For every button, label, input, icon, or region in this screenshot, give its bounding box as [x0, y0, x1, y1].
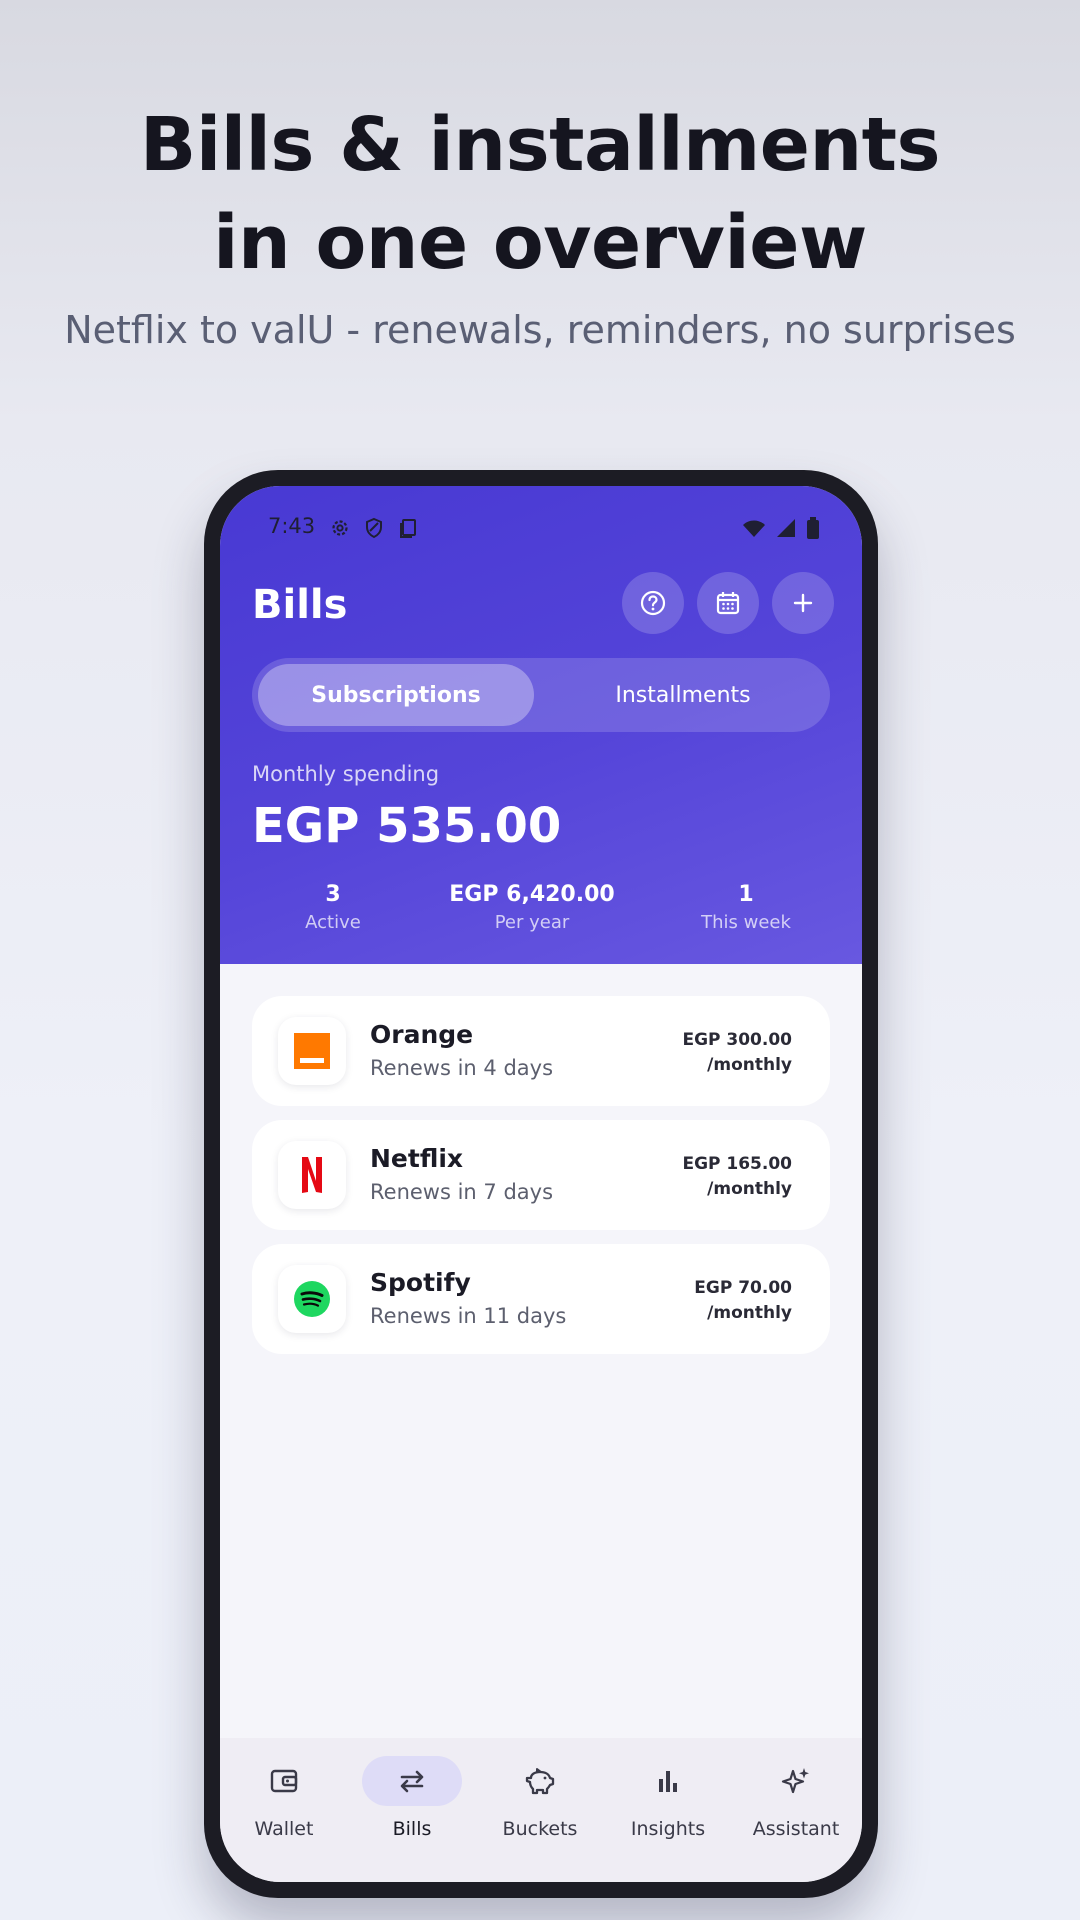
subscription-name: Spotify: [370, 1268, 471, 1297]
monthly-spending-amount: EGP 535.00: [252, 798, 562, 854]
add-bill-button[interactable]: [772, 572, 834, 634]
phone-screen: 7:43 Bills Subscriptions Installments Mo…: [220, 486, 862, 1882]
subscription-price-amount: EGP 300.00: [682, 1030, 792, 1050]
stat-active-value: 3: [325, 882, 341, 907]
subscription-price: EGP 70.00 /monthly: [694, 1276, 792, 1326]
signal-icon: [777, 519, 795, 537]
nav-label: Bills: [392, 1818, 432, 1840]
subscription-price: EGP 165.00 /monthly: [682, 1152, 792, 1202]
stat-this-week-label: This week: [701, 912, 791, 933]
shield-icon: [366, 517, 382, 539]
subscription-price-period: /monthly: [707, 1179, 792, 1199]
wifi-icon: [743, 520, 765, 537]
tab-subscriptions[interactable]: Subscriptions: [258, 664, 534, 726]
help-icon: [640, 590, 666, 616]
status-time: 7:43: [268, 514, 316, 538]
bar-chart-icon: [659, 1771, 677, 1792]
calendar-button[interactable]: [697, 572, 759, 634]
promo-headline-line-1: Bills & installments: [139, 102, 941, 188]
calendar-icon: [716, 592, 740, 615]
stat-per-year: EGP 6,420.00 Per year: [432, 880, 632, 936]
subscription-renewal: Renews in 7 days: [370, 1180, 554, 1204]
orange-logo-icon: [278, 1017, 346, 1085]
nav-label: Buckets: [502, 1818, 578, 1840]
subscription-price-amount: EGP 165.00: [682, 1154, 792, 1174]
stat-this-week: 1 This week: [646, 880, 846, 936]
piggy-bank-icon: [525, 1768, 555, 1795]
subscription-renewal: Renews in 4 days: [370, 1056, 554, 1080]
subscription-price-period: /monthly: [707, 1303, 792, 1323]
subscription-price-period: /monthly: [707, 1055, 792, 1075]
tab-installments[interactable]: Installments: [542, 664, 824, 726]
subscription-name: Netflix: [370, 1144, 464, 1173]
stat-active-label: Active: [305, 912, 361, 933]
nav-label: Assistant: [752, 1818, 840, 1840]
sparkle-icon: [781, 1768, 809, 1794]
plus-icon: [793, 593, 813, 613]
nav-label: Insights: [630, 1818, 706, 1840]
battery-icon: [807, 517, 819, 539]
status-bar: 7:43: [268, 510, 828, 550]
stat-per-year-value: EGP 6,420.00: [449, 882, 615, 907]
subscription-card-netflix[interactable]: Netflix Renews in 7 days EGP 165.00 /mon…: [252, 1120, 830, 1230]
phone-frame: 7:43 Bills Subscriptions Installments Mo…: [204, 470, 878, 1898]
subscription-card-spotify[interactable]: Spotify Renews in 11 days EGP 70.00 /mon…: [252, 1244, 830, 1354]
subscription-renewal: Renews in 11 days: [370, 1304, 567, 1328]
page-title: Bills: [252, 582, 348, 628]
stat-per-year-label: Per year: [494, 912, 570, 933]
repeat-icon: [400, 1770, 424, 1793]
stat-active: 3 Active: [233, 880, 433, 936]
wallet-icon: [270, 1769, 298, 1793]
nav-item-bills[interactable]: Bills: [348, 1756, 476, 1866]
subscription-price-amount: EGP 70.00: [694, 1278, 792, 1298]
stat-this-week-value: 1: [738, 882, 754, 907]
monthly-spending-label: Monthly spending: [252, 762, 440, 786]
netflix-logo-icon: [278, 1141, 346, 1209]
nav-item-wallet[interactable]: Wallet: [220, 1756, 348, 1866]
nav-label: Wallet: [254, 1818, 314, 1840]
gear-icon: [332, 520, 348, 536]
promo-headline-line-2: in one overview: [213, 200, 867, 286]
subscription-card-orange[interactable]: Orange Renews in 4 days EGP 300.00 /mont…: [252, 996, 830, 1106]
nav-item-insights[interactable]: Insights: [604, 1756, 732, 1866]
clipboard-icon: [400, 519, 416, 538]
promo-headline: Bills & installments in one overview: [0, 96, 1080, 292]
bills-summary-panel: 7:43 Bills Subscriptions Installments Mo…: [220, 486, 862, 964]
nav-item-buckets[interactable]: Buckets: [476, 1756, 604, 1866]
spotify-logo-icon: [278, 1265, 346, 1333]
subscription-price: EGP 300.00 /monthly: [682, 1028, 792, 1078]
help-button[interactable]: [622, 572, 684, 634]
nav-item-assistant[interactable]: Assistant: [732, 1756, 860, 1866]
promo-subtitle: Netflix to valU - renewals, reminders, n…: [64, 308, 1016, 352]
bottom-navigation: Wallet Bills Buckets Insights Assistant: [220, 1738, 862, 1882]
bills-type-tabs: Subscriptions Installments: [252, 658, 830, 732]
subscription-name: Orange: [370, 1020, 474, 1049]
